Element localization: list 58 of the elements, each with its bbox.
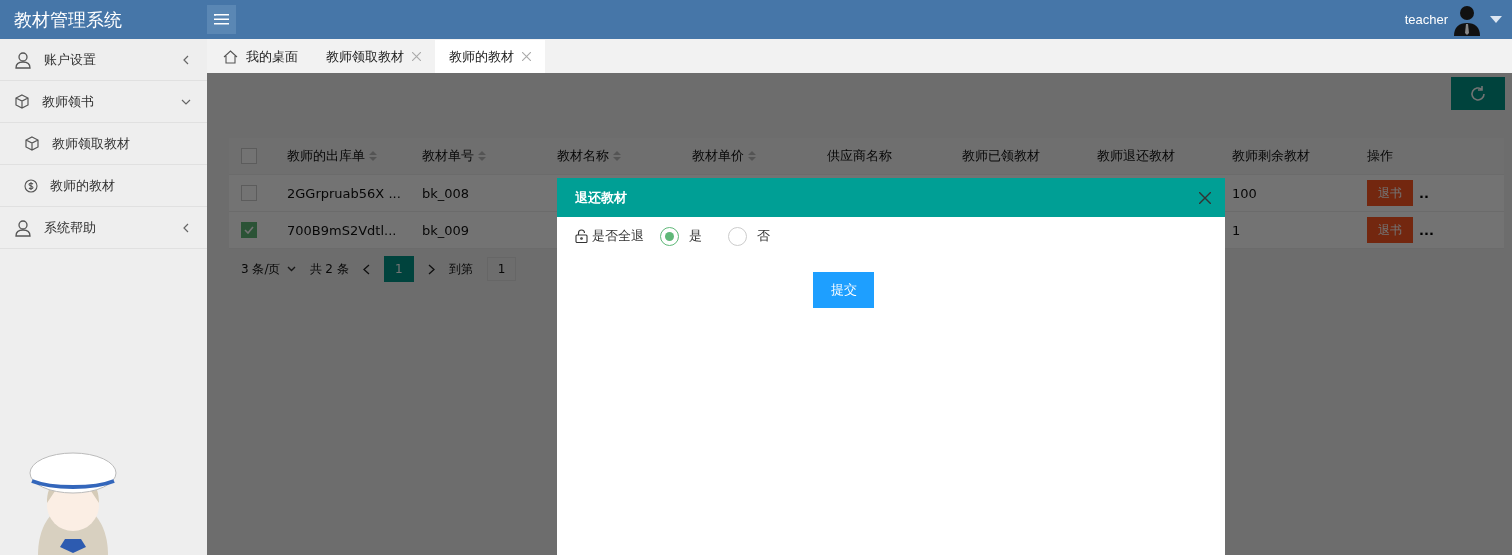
sort-icon [748,151,756,161]
radio-option[interactable]: 是 [660,226,702,246]
goto-label: 到第 [448,260,473,278]
box-icon [14,93,30,110]
checkmark-icon [244,226,254,234]
app-title: 教材管理系统 [14,7,123,32]
table-cell-text: 700B9mS2Vdtl... [286,222,398,238]
table-cell-text: bk_008 [421,185,471,201]
chevron-left-icon [181,54,191,65]
column-header: 教师退还教材 [1096,147,1176,165]
menu-icon [214,14,229,25]
tab[interactable]: 教师的教材 [435,40,545,73]
goto-page-field[interactable]: 1 [486,257,517,281]
column-header[interactable]: 教材单号 [409,147,544,165]
close-icon[interactable] [522,52,531,61]
user-icon [14,50,32,69]
row-checkbox[interactable] [241,222,257,238]
tab[interactable]: 我的桌面 [209,40,312,73]
coin-icon [24,178,38,193]
lock-icon [575,229,588,243]
column-header: 操作 [1366,147,1394,165]
column-header: 教师已领教材 [961,147,1041,165]
home-icon [223,49,238,64]
page-size-select[interactable]: 3 条/页 [241,260,296,278]
table-cell-text: 2GGrpruab56X ... [286,185,402,201]
column-header[interactable]: 教师的出库单 [274,147,409,165]
next-page-icon[interactable] [427,263,435,275]
total-count: 共 2 条 [309,260,349,278]
column-header[interactable]: 教材名称 [544,147,679,165]
user-avatar-icon [1454,3,1480,36]
refresh-icon [1469,84,1487,103]
more-text: ... [1419,222,1434,238]
box-icon [24,135,40,152]
prev-page-icon[interactable] [362,263,370,275]
field-label: 是否全退 [592,227,644,245]
tab[interactable]: 教师领取教材 [312,40,435,73]
refresh-button[interactable] [1451,77,1505,110]
caret-icon[interactable] [1490,16,1502,23]
menu-button[interactable] [207,5,236,34]
table-cell-text: bk_009 [421,222,471,238]
column-header: 供应商名称 [826,147,893,165]
table-cell-text: 100 [1231,185,1258,201]
close-icon[interactable] [1199,191,1211,204]
user-name[interactable]: teacher [1404,12,1448,27]
sort-icon [613,151,621,161]
chevron-down-icon [286,266,296,272]
table-cell-text: 1 [1231,222,1242,238]
chevron-left-icon [181,222,191,233]
sort-icon [369,151,377,161]
column-header: 教师剩余教材 [1231,147,1311,165]
dialog-title: 退还教材 [575,188,628,207]
submit-button[interactable]: 提交 [813,272,874,308]
column-header[interactable]: 教材单价 [679,147,814,165]
close-icon[interactable] [412,52,421,61]
more-text: .. [1419,185,1429,201]
sort-icon [478,151,486,161]
radio-option[interactable]: 否 [728,226,770,246]
user-icon [14,218,32,237]
